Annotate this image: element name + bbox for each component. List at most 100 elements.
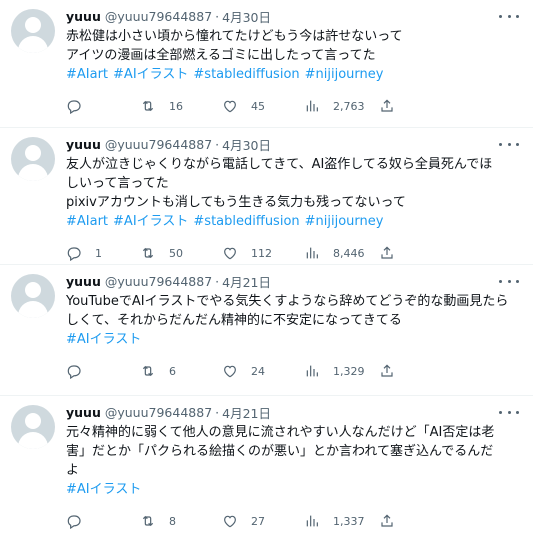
hashtag-link[interactable]: #AIイラスト [66,482,141,497]
like-count: 45 [251,99,265,113]
tweet-text-line: しくて、それからだんだん精神的に不安定になってきてる [66,313,402,328]
reply-button[interactable] [66,511,95,531]
share-button[interactable] [379,361,395,381]
views-button[interactable]: 8,446 [304,243,365,263]
hashtag-link[interactable]: #AIart [66,67,108,82]
retweet-icon [142,247,154,259]
more-icon[interactable] [499,406,519,418]
author-handle[interactable]: @yuuu79644887 [105,137,212,152]
hashtag-link[interactable]: #AIイラスト [113,214,188,229]
tweet-date[interactable]: 4月21日 [222,272,271,291]
separator: · [215,404,220,420]
author-name[interactable]: yuuu [66,405,101,420]
views-button[interactable]: 1,337 [304,511,365,531]
hashtag-link[interactable]: #stablediffusion [193,67,299,82]
heart-icon [224,247,236,260]
tweet[interactable]: yuuu @yuuu79644887 · 4月30日 赤松健は小さい頃から憧れて… [0,0,533,128]
views-count: 1,337 [333,514,365,528]
tweet-text-line: 赤松健は小さい頃から憧れてたけどもう今は許せないって [66,29,403,44]
hashtag-link[interactable]: #nijijourney [305,67,384,82]
heart-icon [224,365,236,378]
author-handle[interactable]: @yuuu79644887 [105,274,212,289]
like-button[interactable]: 27 [222,511,265,531]
tweet-header: yuuu @yuuu79644887 · 4月21日 [66,272,521,290]
hashtag-list: #AIイラスト [66,480,521,499]
hashtag-link[interactable]: #AIイラスト [113,67,188,82]
views-count: 1,329 [333,364,365,378]
like-count: 112 [251,246,272,260]
tweet-text-line: 害」だとか「パクられる絵描くのが悪い」とか言われて塞ぎ込んでるんだ [66,444,494,459]
retweet-button[interactable]: 8 [140,511,176,531]
tweet-text: YouTubeでAIイラストでやる気失くすようなら辞めてどうぞ的な動画見たら し… [66,292,521,330]
retweet-count: 50 [169,246,183,260]
tweet-actions: 16 45 2,763 [66,90,521,130]
views-button[interactable]: 2,763 [304,96,365,116]
retweet-count: 16 [169,99,183,113]
tweet-date[interactable]: 4月30日 [222,7,271,26]
tweet-feed: yuuu @yuuu79644887 · 4月30日 赤松健は小さい頃から憧れて… [0,0,533,544]
tweet[interactable]: yuuu @yuuu79644887 · 4月21日 YouTubeでAIイラス… [0,265,533,396]
like-count: 24 [251,364,265,378]
share-button[interactable] [379,96,395,116]
tweet[interactable]: yuuu @yuuu79644887 · 4月30日 友人が泣きじゃくりながら電… [0,128,533,265]
tweet-text: 元々精神的に弱くて他人の意見に流されやすい人なんだけど「AI否定は老 害」だとか… [66,423,521,480]
like-button[interactable]: 45 [222,96,265,116]
retweet-count: 8 [169,514,176,528]
retweet-button[interactable]: 16 [140,96,183,116]
default-avatar-icon[interactable] [11,9,55,53]
like-count: 27 [251,514,265,528]
author-handle[interactable]: @yuuu79644887 [105,405,212,420]
tweet-date[interactable]: 4月30日 [222,135,271,154]
author-name[interactable]: yuuu [66,9,101,24]
retweet-count: 6 [169,364,176,378]
tweet-text-line: pixivアカウントも消してもう生きる気力も残ってないって [66,195,406,210]
separator: · [215,273,220,289]
default-avatar-icon[interactable] [11,137,55,181]
tweet[interactable]: yuuu @yuuu79644887 · 4月21日 元々精神的に弱くて他人の意… [0,396,533,544]
like-button[interactable]: 24 [222,361,265,381]
tweet-text-line: アイツの漫画は全部燃えるゴミに出したって言ってた [66,48,376,63]
tweet-text: 友人が泣きじゃくりながら電話してきて、AI盗作してる奴ら全員死んでほ しいって言… [66,155,521,212]
hashtag-list: #AIart #AIイラスト #stablediffusion #nijijourne… [66,65,521,84]
author-name[interactable]: yuuu [66,137,101,152]
tweet-header: yuuu @yuuu79644887 · 4月21日 [66,403,521,421]
share-icon [381,246,393,259]
tweet-text: 赤松健は小さい頃から憧れてたけどもう今は許せないって アイツの漫画は全部燃えるゴ… [66,27,521,65]
share-icon [381,99,393,112]
reply-button[interactable] [66,361,95,381]
reply-icon [67,365,81,379]
share-button[interactable] [379,511,395,531]
retweet-button[interactable]: 6 [140,361,176,381]
like-button[interactable]: 112 [222,243,272,263]
separator: · [215,136,220,152]
retweet-icon [142,515,154,527]
reply-button[interactable] [66,96,95,116]
views-icon [306,515,318,527]
hashtag-link[interactable]: #stablediffusion [193,214,299,229]
tweet-header: yuuu @yuuu79644887 · 4月30日 [66,135,521,153]
tweet-date[interactable]: 4月21日 [222,403,271,422]
default-avatar-icon[interactable] [11,405,55,449]
views-icon [306,247,318,259]
more-icon[interactable] [499,275,519,287]
more-icon[interactable] [499,138,519,150]
more-icon[interactable] [499,10,519,22]
separator: · [215,8,220,24]
views-button[interactable]: 1,329 [304,361,365,381]
hashtag-link[interactable]: #AIイラスト [66,332,141,347]
tweet-text-line: よ [66,463,80,478]
reply-button[interactable]: 1 [66,243,102,263]
views-icon [306,100,318,112]
hashtag-link[interactable]: #AIart [66,214,108,229]
tweet-header: yuuu @yuuu79644887 · 4月30日 [66,7,521,25]
author-handle[interactable]: @yuuu79644887 [105,9,212,24]
share-icon [381,364,393,377]
default-avatar-icon[interactable] [11,274,55,318]
author-name[interactable]: yuuu [66,274,101,289]
share-button[interactable] [379,243,395,263]
views-count: 2,763 [333,99,365,113]
retweet-button[interactable]: 50 [140,243,183,263]
reply-icon [67,247,81,261]
hashtag-link[interactable]: #nijijourney [305,214,384,229]
hashtag-list: #AIイラスト [66,330,521,349]
